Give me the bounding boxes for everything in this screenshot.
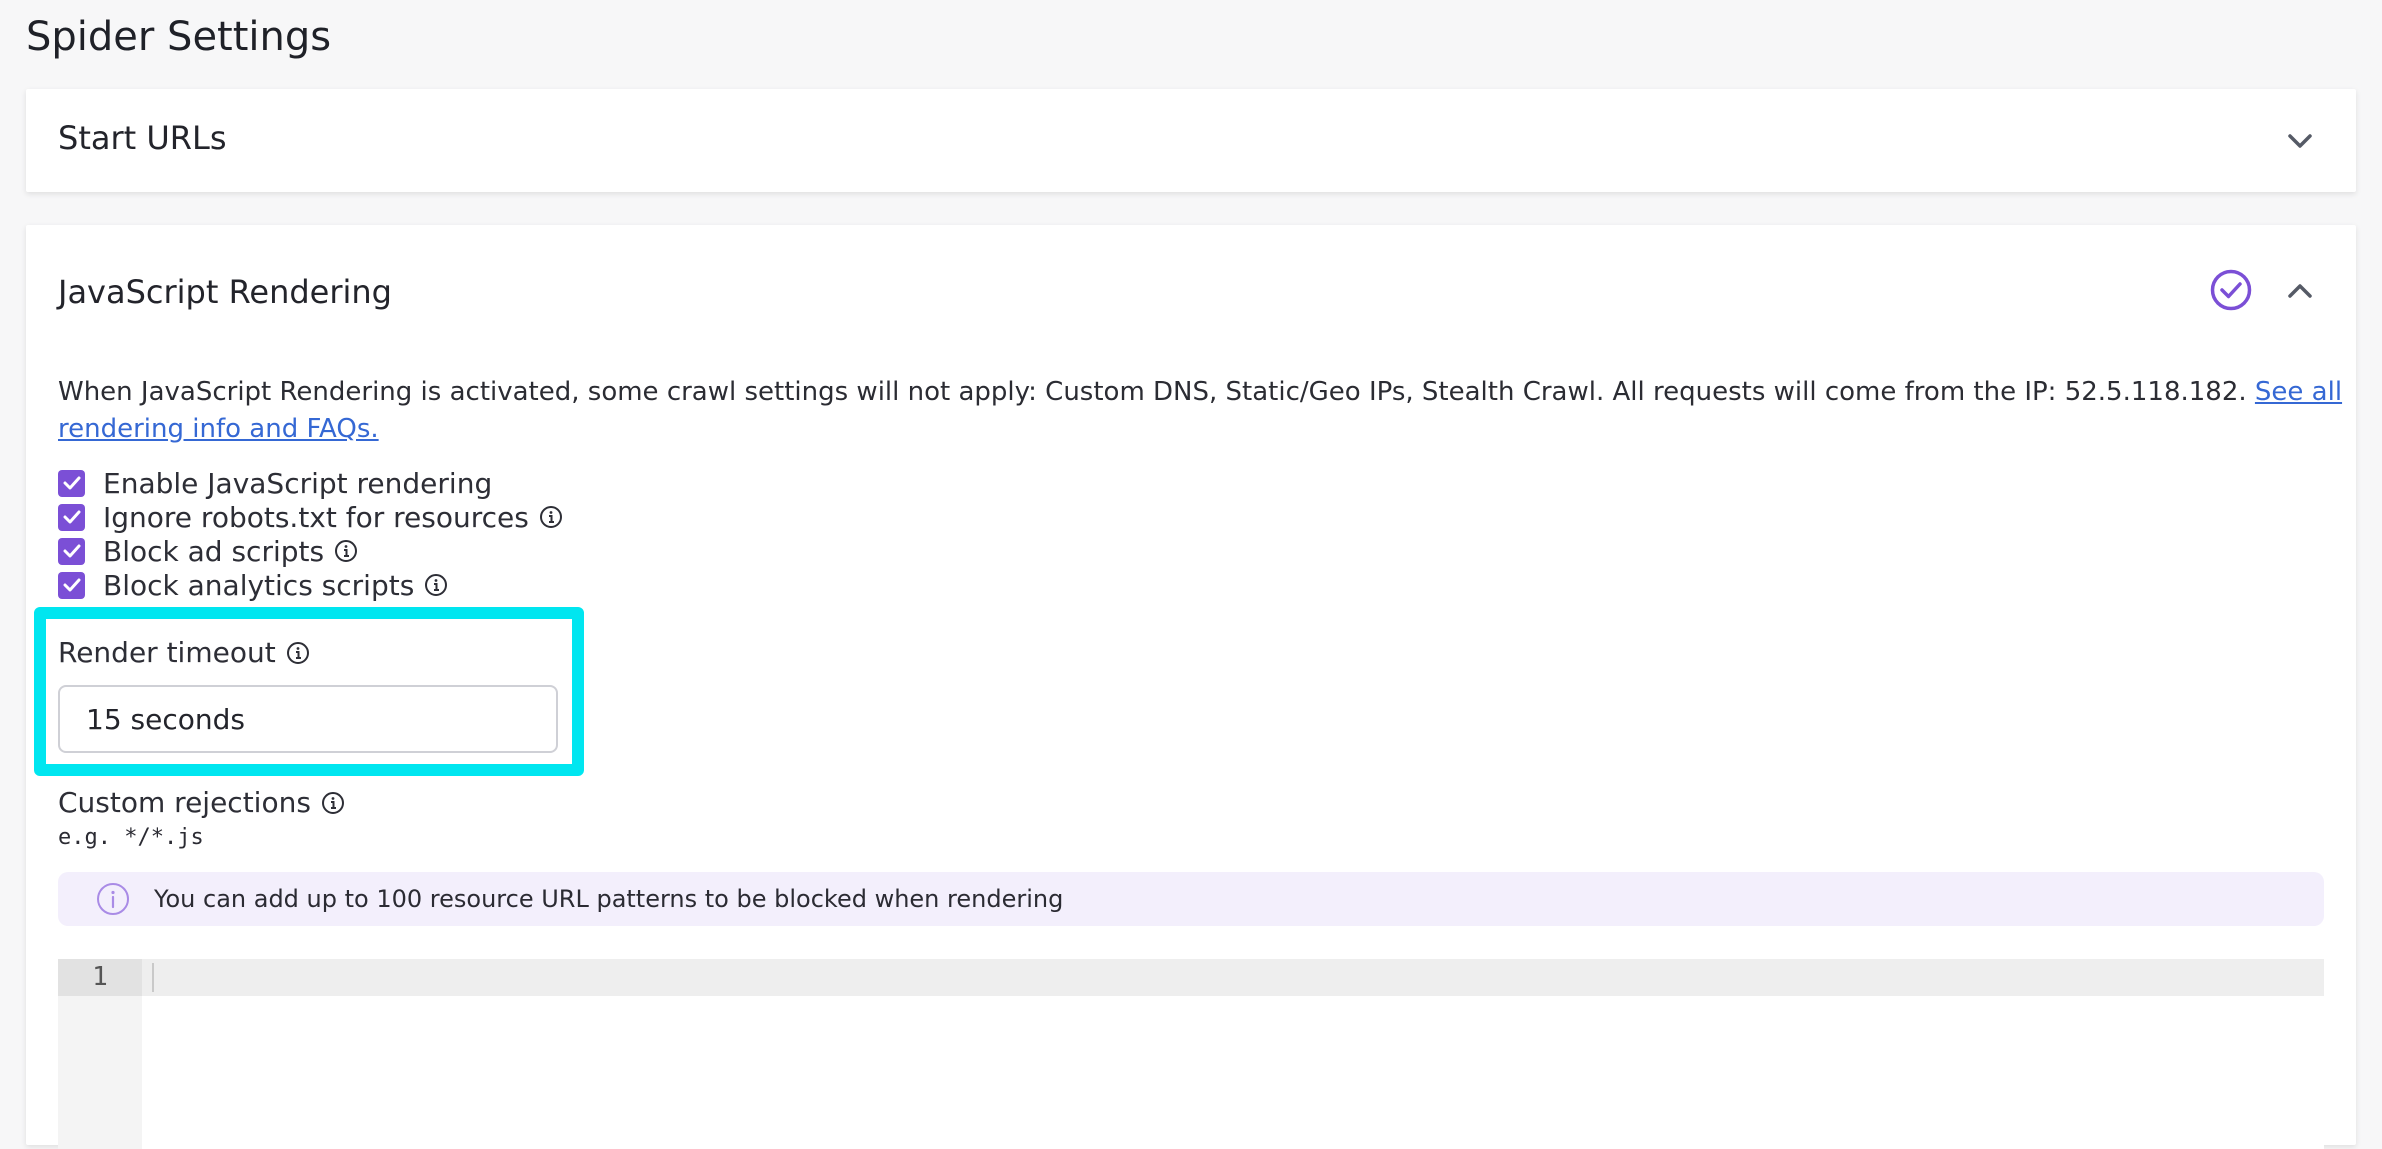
custom-rejections-label: Custom rejections <box>58 786 345 819</box>
option-block-ad-scripts[interactable]: Block ad scripts <box>58 534 563 568</box>
custom-rejections-editor[interactable]: 1 <box>58 959 2324 1149</box>
option-label: Block ad scripts <box>103 534 325 568</box>
option-ignore-robots[interactable]: Ignore robots.txt for resources <box>58 500 563 534</box>
start-urls-panel[interactable]: Start URLs <box>26 89 2356 192</box>
editor-active-line[interactable] <box>142 959 2324 996</box>
checkbox-checked-icon[interactable] <box>58 469 85 497</box>
page-title: Spider Settings <box>26 14 332 60</box>
editor-cursor <box>152 963 154 992</box>
rendering-notice-text: When JavaScript Rendering is activated, … <box>58 377 2247 407</box>
check-circle-icon <box>2209 268 2253 312</box>
line-number: 1 <box>58 959 142 996</box>
rendering-options: Enable JavaScript rendering Ignore robot… <box>58 466 563 602</box>
rejections-info-text: You can add up to 100 resource URL patte… <box>154 885 1064 913</box>
info-icon[interactable] <box>424 573 448 597</box>
custom-rejections-label-text: Custom rejections <box>58 786 311 819</box>
chevron-up-icon[interactable] <box>2282 273 2318 309</box>
info-icon[interactable] <box>539 505 563 529</box>
custom-rejections-example: e.g. */*.js <box>58 825 204 850</box>
editor-gutter: 1 <box>58 959 142 1149</box>
checkbox-checked-icon[interactable] <box>58 571 85 599</box>
option-label: Block analytics scripts <box>103 568 415 602</box>
chevron-down-icon[interactable] <box>2282 123 2318 159</box>
option-label: Ignore robots.txt for resources <box>103 500 529 534</box>
info-icon[interactable] <box>321 791 345 815</box>
option-enable-js-rendering[interactable]: Enable JavaScript rendering <box>58 466 563 500</box>
rejections-info-banner: You can add up to 100 resource URL patte… <box>58 872 2324 926</box>
info-icon <box>96 882 130 916</box>
info-icon[interactable] <box>334 539 358 563</box>
start-urls-title: Start URLs <box>58 119 227 157</box>
option-label: Enable JavaScript rendering <box>103 466 493 500</box>
checkbox-checked-icon[interactable] <box>58 537 85 565</box>
rendering-notice: When JavaScript Rendering is activated, … <box>58 374 2358 448</box>
javascript-rendering-title: JavaScript Rendering <box>58 273 392 311</box>
option-block-analytics-scripts[interactable]: Block analytics scripts <box>58 568 563 602</box>
render-timeout-highlight <box>34 607 584 776</box>
checkbox-checked-icon[interactable] <box>58 503 85 531</box>
